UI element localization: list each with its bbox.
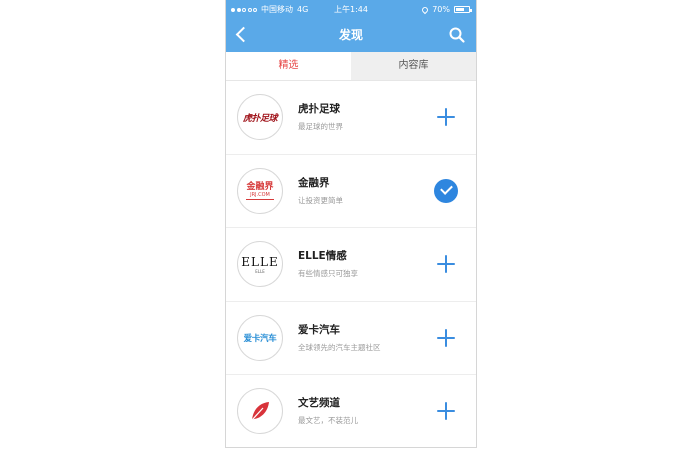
page-title: 发现 [338,28,363,42]
logo-text: ELLE [241,254,279,269]
channel-description: 最足球的世界 [298,122,343,131]
leaf-logo-art [251,402,269,421]
channel-name: 文艺频道 [298,397,340,409]
logo-mark: 金融界 JRJ.COM [246,181,274,200]
list-item[interactable]: ELLE ELLE ELLE情感 有些情感只可独享 [226,228,476,302]
list-item[interactable]: 虎扑足球 虎扑足球 最足球的世界 [226,81,476,155]
status-bar: 中国移动 4G 上午1:44 70% [226,0,476,19]
add-icon[interactable] [434,399,458,423]
add-icon[interactable] [434,105,458,129]
channel-name: 金融界 [298,176,330,189]
channel-description: 让投资更简单 [298,195,343,205]
logo-text: 虎扑足球 [242,113,278,124]
logo-text: 爱卡汽车 [243,333,277,344]
phone-screen: 中国移动 4G 上午1:44 70% 发现 精选 内容库 虎扑足球 虎扑足球 最… [225,0,477,448]
jrj-logo: 金融界 JRJ.COM [237,167,283,214]
elle-logo: ELLE ELLE [237,241,283,287]
location-icon [420,5,430,14]
list-item[interactable]: 金融界 JRJ.COM 金融界 让投资更简单 [226,155,476,228]
list-item[interactable]: 文艺频道 最文艺，不装范儿 [226,375,476,447]
icar-logo: 爱卡汽车 [237,314,283,361]
channel-description: 有些情感只可独享 [298,269,358,278]
tab-featured[interactable]: 精选 [226,52,351,80]
add-icon[interactable] [434,326,458,350]
channel-description: 最文艺，不装范儿 [298,416,358,425]
logo-text: 金融界 [246,181,274,192]
navbar: 发现 [226,19,476,52]
check-icon[interactable] [434,178,458,203]
hupu-football-logo: 虎扑足球 [237,94,283,140]
channel-name: 虎扑足球 [298,103,340,115]
battery-icon [454,6,472,13]
channel-name: ELLE情感 [298,250,347,262]
search-icon[interactable] [448,26,466,44]
tab-content-library[interactable]: 内容库 [351,52,476,80]
header: 中国移动 4G 上午1:44 70% 发现 [226,0,476,52]
battery-percent: 70% [432,5,450,14]
logo-subtext: JRJ.COM [246,192,274,200]
list-item[interactable]: 爱卡汽车 爱卡汽车 全球领先的汽车主题社区 [226,302,476,375]
battery-fill [456,8,465,11]
status-right: 70% [420,0,472,19]
channel-list: 虎扑足球 虎扑足球 最足球的世界 金融界 JRJ.COM 金融界 让投资更简单 … [226,81,476,447]
channel-name: 爱卡汽车 [298,323,340,336]
add-icon[interactable] [434,252,458,276]
tab-bar: 精选 内容库 [226,52,476,81]
channel-description: 全球领先的汽车主题社区 [298,342,381,352]
logo-subtext: ELLE [255,268,265,274]
logo-mark: ELLE ELLE [241,255,278,274]
leaf-icon [237,388,283,434]
